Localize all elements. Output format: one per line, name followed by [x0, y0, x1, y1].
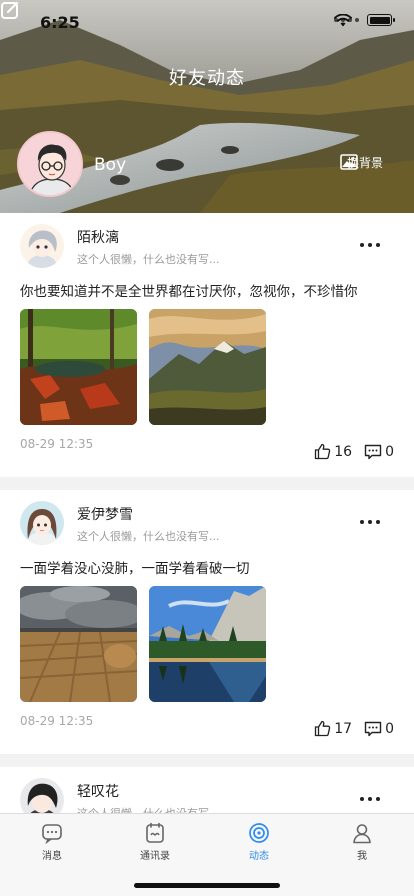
friend-moments-screen: 6:25 好友动态 Boy 换背景 陌秋漓 这个人很懒，什么也没有写... 你也…	[0, 0, 414, 896]
like-button[interactable]: 17	[314, 720, 352, 737]
edit-post-icon[interactable]	[0, 0, 20, 20]
post-time: 08-29 12:35	[20, 714, 94, 728]
thumbs-up-icon	[315, 443, 331, 460]
post-avatar[interactable]	[20, 501, 64, 545]
status-icons	[334, 14, 395, 27]
image-icon	[340, 154, 358, 170]
post-time: 08-29 12:35	[20, 437, 94, 451]
tab-contacts[interactable]: 通讯录	[125, 822, 185, 862]
moments-icon	[249, 823, 269, 843]
header-cover: 6:25 好友动态 Boy 换背景	[0, 0, 414, 213]
comment-button[interactable]: 0	[364, 721, 394, 737]
status-bar: 6:25	[0, 0, 414, 44]
post-bio: 这个人很懒，什么也没有写...	[77, 530, 220, 543]
post-bio: 这个人很懒，什么也没有写...	[77, 253, 220, 266]
post-image[interactable]	[20, 309, 137, 425]
tab-me[interactable]: 我	[332, 822, 392, 862]
comment-button[interactable]: 0	[364, 444, 394, 460]
change-background-button[interactable]: 换背景	[340, 154, 390, 171]
tab-messages[interactable]: 消息	[22, 822, 82, 862]
message-icon	[42, 824, 62, 844]
home-indicator[interactable]	[134, 883, 280, 888]
post-actions: 16 0	[314, 443, 394, 460]
like-count: 17	[334, 720, 353, 737]
post-item: 陌秋漓 这个人很懒，什么也没有写... 你也要知道并不是全世界都在讨厌你，忽视你…	[0, 213, 414, 477]
tab-label: 动态	[249, 851, 269, 862]
status-time: 6:25	[40, 13, 80, 32]
post-item: 爱伊梦雪 这个人很懒，什么也没有写... 一面学着没心没肺，一面学着看破一切 0…	[0, 490, 414, 754]
thumbs-up-icon	[315, 720, 331, 737]
more-options-icon[interactable]	[360, 520, 380, 524]
contacts-icon	[146, 822, 164, 843]
post-author[interactable]: 爱伊梦雪	[77, 504, 133, 524]
comment-icon	[364, 721, 382, 736]
post-text: 你也要知道并不是全世界都在讨厌你，忽视你，不珍惜你	[20, 284, 358, 300]
like-count: 16	[334, 443, 353, 460]
post-image[interactable]	[149, 309, 266, 425]
moments-feed[interactable]: 陌秋漓 这个人很懒，什么也没有写... 你也要知道并不是全世界都在讨厌你，忽视你…	[0, 213, 414, 887]
post-images	[20, 586, 266, 702]
more-options-icon[interactable]	[360, 243, 380, 247]
page-title: 好友动态	[169, 68, 245, 89]
post-author[interactable]: 轻叹花	[77, 781, 119, 801]
post-actions: 17 0	[314, 720, 394, 737]
post-text: 一面学着没心没肺，一面学着看破一切	[20, 561, 250, 577]
post-images	[20, 309, 266, 425]
battery-icon	[367, 14, 395, 26]
profile-icon	[353, 824, 371, 844]
post-image[interactable]	[20, 586, 137, 702]
wifi-icon	[334, 14, 352, 27]
comment-count: 0	[385, 443, 394, 460]
tab-moments[interactable]: 动态	[229, 822, 289, 862]
post-avatar[interactable]	[20, 224, 64, 268]
profile-avatar[interactable]	[17, 131, 83, 197]
post-image[interactable]	[149, 586, 266, 702]
tab-label: 通讯录	[140, 851, 170, 862]
profile-name: Boy	[94, 155, 127, 175]
post-author[interactable]: 陌秋漓	[77, 227, 119, 247]
tab-label: 我	[357, 851, 367, 862]
tab-label: 消息	[42, 851, 62, 862]
comment-icon	[364, 444, 382, 459]
more-options-icon[interactable]	[360, 797, 380, 801]
comment-count: 0	[385, 720, 394, 737]
like-button[interactable]: 16	[314, 443, 352, 460]
